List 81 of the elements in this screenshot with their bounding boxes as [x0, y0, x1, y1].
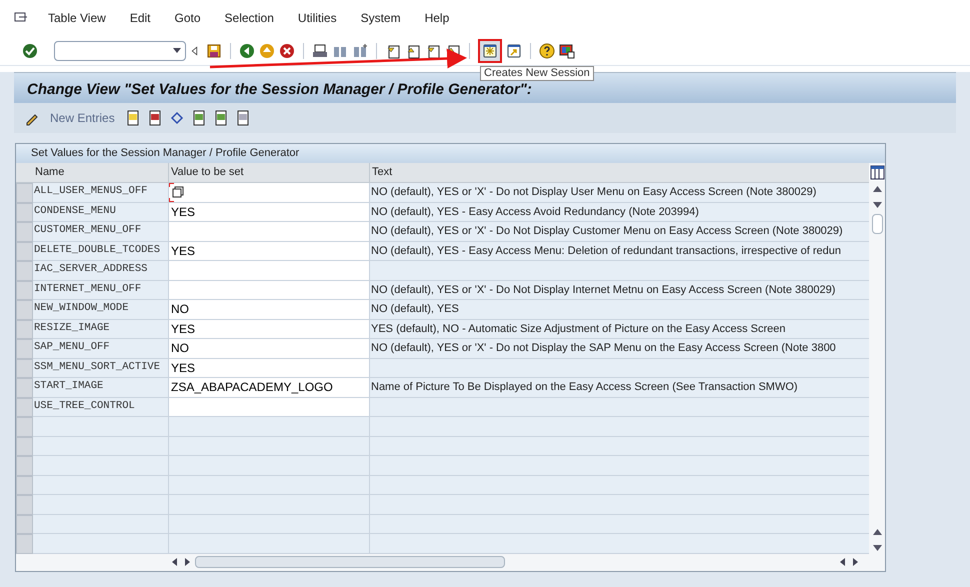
first-page-icon[interactable] — [385, 42, 401, 58]
table-cell: NO (default), YES or 'X' - Do Not Display Internet Metnu on Easy Access Screen (Note 380029) — [370, 280, 869, 300]
help-icon[interactable] — [539, 42, 555, 58]
save-icon[interactable] — [206, 42, 222, 58]
value-field[interactable]: NO — [169, 339, 370, 358]
column-header[interactable]: Text — [370, 163, 869, 182]
next-page-icon[interactable] — [425, 42, 441, 58]
delete-icon[interactable] — [146, 110, 163, 126]
menu-item[interactable]: Table View — [48, 9, 106, 27]
value-field[interactable] — [169, 183, 370, 202]
screen-title: Change View "Set Values for the Session Manager / Profile Generator": — [27, 81, 532, 99]
table-cell: START_IMAGE — [33, 378, 169, 398]
value-field[interactable]: NO — [169, 300, 370, 320]
scroll-right-icon[interactable] — [851, 558, 859, 566]
value-text: YES — [171, 242, 196, 260]
menu-item[interactable]: System — [360, 9, 401, 27]
scroll-up-icon[interactable] — [872, 186, 882, 192]
table-cell: ALL_USER_MENUS_OFF — [33, 183, 169, 202]
column-header[interactable]: Value to be set — [169, 163, 370, 182]
dropdown-caret-icon — [173, 48, 181, 53]
vertical-scroll-thumb[interactable] — [872, 214, 882, 234]
print-icon[interactable] — [312, 42, 328, 58]
value-text: ZSA_ABAPACADEMY_LOGO — [171, 379, 333, 396]
table-cell: USE_TREE_CONTROL — [33, 398, 169, 417]
value-field[interactable] — [169, 398, 370, 417]
table-cell: DELETE_DOUBLE_TCODES — [33, 242, 169, 261]
value-field[interactable]: YES — [169, 320, 370, 339]
table-cell: RESIZE_IMAGE — [33, 320, 169, 339]
tooltip: Creates New Session — [480, 66, 594, 81]
value-field[interactable] — [169, 222, 370, 242]
table-cell: YES (default), NO - Automatic Size Adjustment of Picture on the Easy Access Screen — [370, 320, 869, 339]
copy-icon[interactable] — [124, 110, 141, 126]
scroll-down-icon[interactable] — [872, 544, 882, 550]
value-field[interactable]: ZSA_ABAPACADEMY_LOGO — [169, 378, 370, 398]
layout-icon[interactable] — [559, 42, 575, 58]
value-text: YES — [171, 204, 196, 221]
table-cell: IAC_SERVER_ADDRESS — [33, 261, 169, 280]
check-icon[interactable] — [22, 42, 38, 58]
table-cell: INTERNET_MENU_OFF — [33, 280, 169, 300]
value-field[interactable]: YES — [169, 202, 370, 222]
value-field[interactable]: YES — [169, 242, 370, 261]
value-help-icon[interactable] — [172, 186, 184, 198]
new-session-icon[interactable] — [482, 42, 498, 58]
menu-item[interactable]: Edit — [130, 9, 151, 27]
scroll-down-icon[interactable] — [872, 202, 882, 208]
value-text: YES — [171, 320, 196, 338]
table-cell: NO (default), YES - Easy Access Avoid Redundancy (Note 203994) — [370, 202, 869, 222]
table-cell: CUSTOMER_MENU_OFF — [33, 222, 169, 242]
scroll-right-icon[interactable] — [183, 558, 191, 566]
value-field[interactable]: YES — [169, 358, 370, 378]
shortcut-icon[interactable] — [506, 42, 522, 58]
menu-icon[interactable] — [14, 12, 28, 24]
menu-item[interactable]: Utilities — [298, 9, 337, 27]
menu-item[interactable]: Help — [424, 9, 450, 27]
menu-item[interactable]: Selection — [224, 9, 274, 27]
previous-page-icon[interactable] — [405, 42, 421, 58]
back-icon[interactable] — [239, 42, 255, 58]
table-cell: SAP_MENU_OFF — [33, 339, 169, 358]
column-settings-icon[interactable] — [870, 165, 884, 180]
scroll-up-icon[interactable] — [872, 528, 882, 534]
table-title: Set Values for the Session Manager / Profile Generator — [16, 144, 885, 163]
select-all-icon[interactable] — [190, 110, 207, 126]
scroll-left-icon[interactable] — [839, 558, 847, 566]
table-cell: SSM_MENU_SORT_ACTIVE — [33, 358, 169, 378]
column-header[interactable]: Name — [33, 163, 169, 182]
value-field[interactable] — [169, 261, 370, 280]
table-cell: CONDENSE_MENU — [33, 202, 169, 222]
value-text: NO — [171, 301, 189, 318]
new-entries-button[interactable]: New Entries — [46, 109, 119, 127]
table-cell: NEW_WINDOW_MODE — [33, 300, 169, 320]
value-text: YES — [171, 360, 196, 377]
deselect-all-icon[interactable] — [234, 110, 251, 126]
value-field[interactable] — [169, 280, 370, 300]
horizontal-scroll-thumb[interactable] — [195, 556, 505, 568]
cancel-icon[interactable] — [279, 42, 295, 58]
command-field[interactable] — [54, 40, 186, 60]
table-cell: NO (default), YES - Easy Access Menu: Deletion of redundant transactions, irrespective of redun — [370, 242, 869, 261]
select-block-icon[interactable] — [212, 110, 229, 126]
scroll-left-icon[interactable] — [171, 558, 179, 566]
menu-item[interactable]: Goto — [174, 9, 201, 27]
value-text: NO — [171, 340, 189, 358]
